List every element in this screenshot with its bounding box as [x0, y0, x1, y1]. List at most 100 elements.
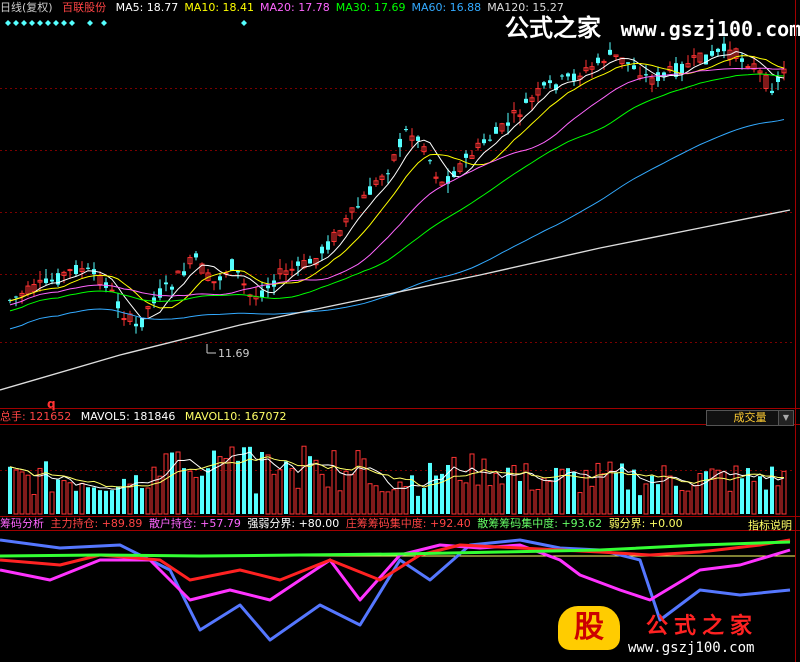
volume-bar	[583, 469, 589, 515]
retail-conc-value: +93.62	[561, 517, 603, 530]
volume-bar	[428, 462, 432, 514]
candle-body	[50, 279, 54, 282]
volume-bar	[31, 493, 37, 515]
volume-bar	[86, 487, 90, 514]
total-volume-value: 121652	[29, 410, 72, 423]
volume-bar	[61, 480, 67, 515]
candle-body	[194, 253, 198, 258]
candle-body	[308, 258, 312, 264]
volume-bar	[25, 474, 31, 515]
volume-bar	[451, 456, 457, 515]
volume-bar	[643, 483, 649, 515]
weak-line-value: +0.00	[648, 517, 683, 530]
candle-body	[542, 82, 546, 86]
volume-bar	[134, 475, 138, 514]
volume-bar	[704, 471, 708, 514]
volume-bar	[697, 473, 703, 515]
mavol5-value: 181846	[133, 410, 176, 423]
volume-bar	[656, 484, 660, 514]
volume-bar	[212, 450, 216, 514]
volume-bar	[620, 463, 624, 514]
volume-bar	[547, 481, 553, 515]
dealer-conc-value: +92.40	[430, 517, 471, 530]
volume-bar	[463, 482, 469, 515]
volume-bar	[614, 472, 618, 514]
strong-weak-label: 强弱分界:	[247, 517, 296, 530]
volume-bar	[367, 483, 373, 515]
volume-bar	[632, 469, 636, 514]
retail-holding-label: 散户持仓:	[148, 517, 197, 530]
logo-url: www.gszj100.com	[628, 640, 755, 656]
candle-body	[416, 136, 420, 141]
volume-bar	[379, 491, 385, 515]
volume-bar	[667, 475, 673, 515]
volume-bar	[674, 485, 678, 514]
volume-bar	[469, 453, 475, 515]
candle-body	[716, 48, 720, 52]
candle-body	[170, 286, 174, 290]
volume-bar	[349, 473, 355, 515]
volume-bar	[236, 460, 240, 514]
chevron-down-icon[interactable]: ▼	[778, 411, 793, 425]
volume-bar	[727, 490, 733, 515]
indicator-select[interactable]: 成交量 ▼	[706, 410, 794, 426]
total-volume-label: 总手:	[0, 410, 26, 423]
candle-body	[14, 296, 18, 298]
volume-bar	[589, 485, 595, 515]
volume-bar	[122, 478, 126, 514]
candle-body	[86, 267, 90, 269]
volume-bar	[601, 473, 607, 515]
volume-bar	[523, 463, 529, 515]
volume-bar	[764, 489, 768, 514]
diamond-icon	[29, 20, 35, 26]
volume-bar	[56, 479, 60, 514]
chip-title: 筹码分析	[0, 517, 44, 530]
candle-body	[116, 301, 120, 309]
volume-bar	[337, 490, 343, 515]
volume-bar	[265, 454, 271, 515]
volume-bar	[541, 477, 547, 515]
volume-bar	[715, 469, 721, 515]
candle-body	[632, 65, 636, 70]
candle-body	[740, 58, 744, 62]
volume-bar	[740, 478, 744, 514]
diamond-icon	[5, 20, 11, 26]
volume-bar	[709, 468, 715, 515]
logo-glyph: 股	[574, 610, 604, 645]
mavol5-label: MAVOL5:	[80, 410, 130, 423]
volume-bar	[44, 461, 48, 514]
volume-bar	[529, 489, 535, 515]
diamond-icon	[13, 20, 19, 26]
volume-bar	[92, 487, 96, 514]
volume-bar	[49, 491, 55, 515]
chart-canvas[interactable]: 11.69 q	[0, 0, 800, 662]
volume-bar	[691, 485, 697, 515]
main-holding-value: +89.89	[101, 517, 143, 530]
candle-body	[152, 297, 156, 304]
candle-body	[680, 63, 684, 74]
volume-bar	[223, 458, 229, 515]
volume-bar	[607, 461, 613, 515]
diamond-icon	[87, 20, 93, 26]
volume-bar	[535, 488, 541, 515]
candle-body	[320, 246, 324, 254]
volume-bar	[481, 458, 487, 515]
candle-body	[560, 75, 564, 77]
candle-body	[464, 153, 468, 158]
volume-bar	[104, 490, 108, 514]
volume-bar	[661, 465, 667, 515]
candle-body	[121, 318, 127, 321]
bottom-logo: 股 公式之家 www.gszj100.com	[558, 604, 798, 662]
ma-line	[9, 51, 785, 320]
volume-bar	[626, 489, 630, 514]
candle-body	[44, 278, 48, 284]
volume-bar	[254, 493, 258, 514]
candle-body	[211, 281, 217, 284]
indicator-help-button[interactable]: 指标说明	[748, 517, 792, 533]
volume-bar	[416, 495, 420, 514]
candle-body	[482, 139, 486, 144]
volume-bar	[577, 492, 583, 515]
diamond-icon	[101, 20, 107, 26]
strong-weak-value: +80.00	[298, 517, 340, 530]
low-price-label: 11.69	[218, 347, 250, 360]
